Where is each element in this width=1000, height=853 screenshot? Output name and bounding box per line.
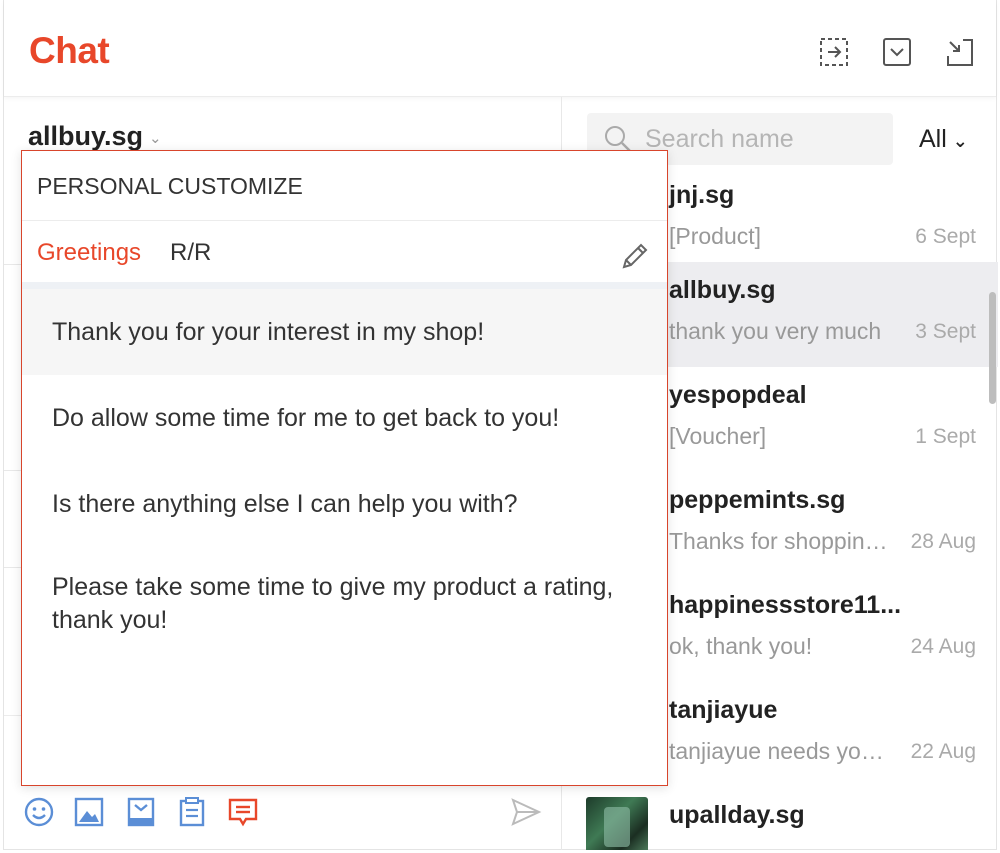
tab-greetings[interactable]: Greetings: [37, 239, 141, 267]
conversation-date: 3 Sept: [915, 320, 976, 343]
avatar: [586, 797, 648, 850]
quick-reply-popup: PERSONAL CUSTOMIZE Greetings R/R Thank y…: [21, 150, 668, 786]
emoji-icon: [24, 797, 54, 827]
send-icon: [511, 798, 542, 826]
divider: [4, 567, 22, 568]
collapse-window-button[interactable]: [944, 36, 976, 68]
conversation-name: allbuy.sg: [669, 276, 776, 304]
conversation-name: jnj.sg: [669, 181, 735, 209]
divider: [4, 470, 22, 471]
image-button[interactable]: [72, 795, 106, 829]
tab-rr[interactable]: R/R: [170, 239, 211, 267]
enter-icon: [820, 38, 848, 66]
popup-title: PERSONAL CUSTOMIZE: [37, 173, 303, 199]
conversation-preview: thank you very much: [669, 318, 882, 344]
product-box-icon: [127, 797, 155, 827]
quick-reply-item[interactable]: Do allow some time for me to get back to…: [22, 375, 667, 461]
pencil-icon: [622, 243, 648, 269]
order-button[interactable]: [175, 795, 209, 829]
chevron-down-icon: ⌄: [149, 129, 162, 147]
chat-user-name: allbuy.sg: [28, 121, 144, 151]
chevron-down-box-icon: [883, 38, 911, 66]
conversation-date: 22 Aug: [910, 740, 976, 763]
send-button[interactable]: [509, 795, 543, 829]
quick-reply-item[interactable]: Thank you for your interest in my shop!: [22, 289, 667, 375]
conversation-item[interactable]: upallday.sg: [562, 787, 998, 850]
conversation-preview: ok, thank you!: [669, 633, 813, 659]
chevron-down-icon: ⌄: [952, 131, 968, 151]
app-title: Chat: [29, 30, 110, 71]
conversation-name: peppemints.sg: [669, 486, 846, 514]
product-button[interactable]: [124, 795, 158, 829]
filter-label: All: [919, 125, 947, 153]
conversation-name: tanjiayue: [669, 696, 778, 724]
conversation-scrollbar[interactable]: [989, 292, 996, 404]
conversation-date: 24 Aug: [910, 635, 976, 658]
divider: [22, 220, 667, 221]
conversation-date: 28 Aug: [910, 530, 976, 553]
search-input[interactable]: [645, 124, 875, 154]
minimize-button[interactable]: [881, 36, 913, 68]
quick-reply-item[interactable]: Please take some time to give my product…: [22, 549, 667, 649]
conversation-preview: [Voucher]: [669, 423, 767, 449]
pin-window-button[interactable]: [818, 36, 850, 68]
conversation-name: upallday.sg: [669, 801, 805, 829]
conversation-date: 1 Sept: [915, 425, 976, 448]
quick-reply-button[interactable]: [226, 795, 260, 829]
chat-user-selector[interactable]: allbuy.sg ⌄: [28, 121, 162, 152]
conversation-name: happinessstore11...: [669, 591, 902, 619]
edit-button[interactable]: [618, 239, 652, 273]
quick-reply-icon: [228, 798, 258, 827]
divider: [22, 282, 667, 289]
conversation-preview: Thanks for shopping with us!: [669, 528, 889, 554]
emoji-button[interactable]: [22, 795, 56, 829]
shrink-icon: [947, 39, 973, 66]
conversation-date: 6 Sept: [915, 225, 976, 248]
divider: [4, 264, 22, 265]
quick-reply-item[interactable]: Is there anything else I can help you wi…: [22, 461, 667, 547]
filter-dropdown[interactable]: All ⌄: [919, 125, 968, 154]
order-list-icon: [179, 797, 205, 827]
conversation-preview: tanjiayue needs your help: [669, 738, 889, 764]
conversation-preview: [Product]: [669, 223, 762, 249]
chat-header: Chat: [4, 0, 996, 97]
conversation-name: yespopdeal: [669, 381, 807, 409]
image-icon: [74, 797, 104, 827]
